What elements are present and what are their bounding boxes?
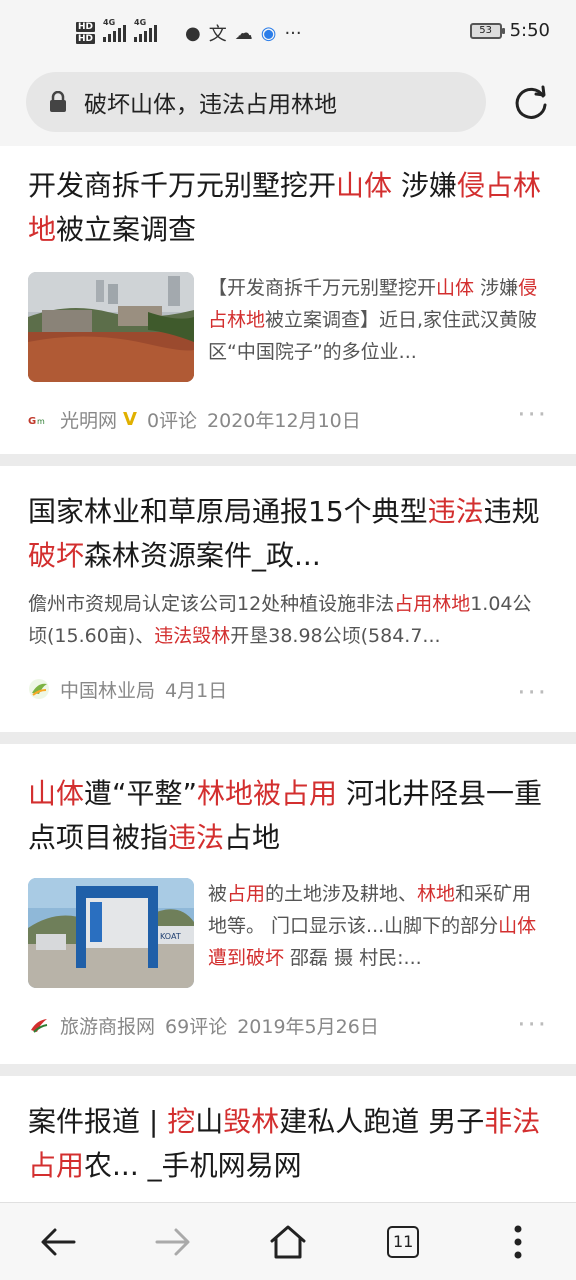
clock: 5:50 bbox=[509, 20, 550, 41]
reload-icon[interactable] bbox=[512, 84, 550, 122]
text-fragment: 被立案调查 bbox=[56, 213, 197, 246]
highlighted-term: 毁林 bbox=[223, 1105, 280, 1138]
signal-icon: 4G bbox=[134, 18, 158, 42]
lock-icon bbox=[50, 91, 66, 112]
source-name[interactable]: 光明网 bbox=[60, 406, 117, 433]
text-fragment: 山 bbox=[195, 1105, 224, 1138]
result-title[interactable]: 国家林业和草原局通报15个典型违法违规破坏森林资源案件_政... bbox=[28, 490, 548, 578]
text-fragment: 农... _手机网易网 bbox=[84, 1149, 302, 1182]
result-snippet: 【开发商拆千万元别墅挖开山体 涉嫌侵占林地被立案调查】近日,家住武汉黄陂区“中国… bbox=[208, 272, 548, 368]
source-logo-icon bbox=[31, 1019, 48, 1033]
publish-date: 4月1日 bbox=[165, 679, 228, 702]
verified-badge: V bbox=[123, 408, 137, 430]
publish-date: 2020年12月10日 bbox=[207, 409, 361, 432]
result-card[interactable]: 国家林业和草原局通报15个典型违法违规破坏森林资源案件_政... 儋州市资规局认… bbox=[0, 466, 576, 732]
highlighted-term: 山体 bbox=[336, 169, 393, 202]
text-fragment: 建私人跑道 男子 bbox=[279, 1105, 485, 1138]
signal-icon: 4G bbox=[103, 18, 127, 42]
text-fragment: 的土地涉及耕地、 bbox=[265, 883, 418, 905]
tab-count-badge: 11 bbox=[387, 1225, 420, 1258]
text-fragment: 森林资源案件_政... bbox=[84, 539, 321, 572]
highlighted-term: 林地被占用 bbox=[197, 777, 338, 810]
translate-icon: 文 bbox=[208, 24, 227, 45]
more-options-icon[interactable]: ··· bbox=[517, 678, 548, 708]
result-card[interactable]: 山体遭“平整”林地被占用 河北井陉县一重点项目被指违法占地 KOAT 被占用的土… bbox=[0, 744, 576, 1064]
highlighted-term: 占用林地 bbox=[394, 593, 471, 615]
text-fragment: 被 bbox=[208, 883, 228, 905]
text-fragment: 涉嫌 bbox=[392, 169, 457, 202]
svg-text:m: m bbox=[37, 417, 45, 426]
result-title[interactable]: 开发商拆千万元别墅挖开山体 涉嫌侵占林地被立案调查 bbox=[28, 164, 548, 252]
result-card[interactable]: 案件报道 | 挖山毁林建私人跑道 男子非法占用农... _手机网易网 bbox=[0, 1076, 576, 1202]
result-thumbnail bbox=[28, 272, 194, 382]
comment-count: 69评论 bbox=[165, 1015, 228, 1038]
search-input[interactable]: 破坏山体，违法占用林地 bbox=[26, 72, 486, 132]
bottom-navigation: 11 bbox=[0, 1202, 576, 1280]
tabs-button[interactable]: 11 bbox=[373, 1212, 433, 1272]
text-fragment: 案件报道 | bbox=[28, 1105, 168, 1138]
forward-button[interactable] bbox=[143, 1212, 203, 1272]
text-fragment: 开发商拆千万元别墅挖开 bbox=[28, 169, 337, 202]
highlighted-term: 违法 bbox=[427, 495, 484, 528]
back-button[interactable] bbox=[28, 1212, 88, 1272]
app-icon: ◉ bbox=[260, 22, 277, 44]
text-fragment: 占地 bbox=[224, 821, 281, 854]
highlighted-term: 挖 bbox=[167, 1105, 196, 1138]
address-bar: 破坏山体，违法占用林地 bbox=[0, 64, 576, 146]
cloud-icon: ☁ bbox=[234, 22, 253, 44]
svg-text:G: G bbox=[28, 416, 36, 427]
more-options-icon[interactable]: ··· bbox=[517, 400, 548, 430]
status-bar: HD HD 4G 4G ● 文 ☁ ◉ ··· 53 5:50 bbox=[0, 0, 576, 64]
more-vertical-icon bbox=[514, 1225, 522, 1258]
more-options-icon[interactable]: ··· bbox=[517, 1010, 548, 1040]
highlighted-term: 占用 bbox=[227, 883, 266, 905]
highlighted-term: 违法毁林 bbox=[154, 625, 231, 647]
text-fragment: 儋州市资规局认定该公司12处种植设施非法 bbox=[28, 593, 395, 615]
text-fragment: 【开发商拆千万元别墅挖开 bbox=[208, 277, 437, 299]
source-name[interactable]: 旅游商报网 bbox=[60, 1012, 155, 1039]
highlighted-term: 违法 bbox=[168, 821, 225, 854]
result-snippet: 被占用的土地涉及耕地、林地和采矿用地等。 门口显示该...山脚下的部分山体遭到破… bbox=[208, 878, 548, 974]
more-notifications-icon: ··· bbox=[284, 22, 302, 44]
arrow-left-icon bbox=[41, 1228, 76, 1255]
search-results: 开发商拆千万元别墅挖开山体 涉嫌侵占林地被立案调查 【开发商拆千万元别墅挖开山体… bbox=[0, 146, 576, 1202]
text-fragment: 涉嫌 bbox=[474, 277, 519, 299]
search-query-text: 破坏山体，违法占用林地 bbox=[84, 92, 337, 118]
result-title[interactable]: 案件报道 | 挖山毁林建私人跑道 男子非法占用农... _手机网易网 bbox=[28, 1100, 548, 1188]
svg-text:KOAT: KOAT bbox=[160, 932, 181, 941]
text-fragment: 开垦38.98公顷(584.7... bbox=[230, 625, 441, 647]
menu-button[interactable] bbox=[488, 1212, 548, 1272]
hd-indicator: HD HD bbox=[76, 22, 96, 44]
text-fragment: 国家林业和草原局通报15个典型 bbox=[28, 495, 428, 528]
result-thumbnail: KOAT bbox=[28, 878, 194, 988]
chat-icon: ● bbox=[185, 22, 201, 44]
battery-icon: 53 bbox=[469, 22, 505, 39]
text-fragment: 邵磊 摄 村民:... bbox=[284, 947, 422, 969]
source-logo-icon: G m bbox=[28, 416, 45, 427]
text-fragment: 违规 bbox=[483, 495, 540, 528]
source-logo-icon bbox=[29, 679, 49, 699]
highlighted-term: 山体 bbox=[28, 777, 85, 810]
home-button[interactable] bbox=[258, 1212, 318, 1272]
highlighted-term: 破坏 bbox=[28, 539, 85, 572]
result-title[interactable]: 山体遭“平整”林地被占用 河北井陉县一重点项目被指违法占地 bbox=[28, 772, 548, 860]
text-fragment: 遭“平整” bbox=[84, 777, 198, 810]
publish-date: 2019年5月26日 bbox=[237, 1015, 379, 1038]
comment-count: 0评论 bbox=[146, 409, 198, 432]
home-icon bbox=[270, 1225, 306, 1258]
arrow-right-icon bbox=[155, 1228, 190, 1255]
highlighted-term: 山体 bbox=[436, 277, 475, 299]
result-snippet: 儋州市资规局认定该公司12处种植设施非法占用林地1.04公顷(15.60亩)、违… bbox=[28, 588, 548, 652]
source-name[interactable]: 中国林业局 bbox=[60, 676, 155, 703]
highlighted-term: 林地 bbox=[417, 883, 456, 905]
result-card[interactable]: 开发商拆千万元别墅挖开山体 涉嫌侵占林地被立案调查 【开发商拆千万元别墅挖开山体… bbox=[0, 146, 576, 454]
